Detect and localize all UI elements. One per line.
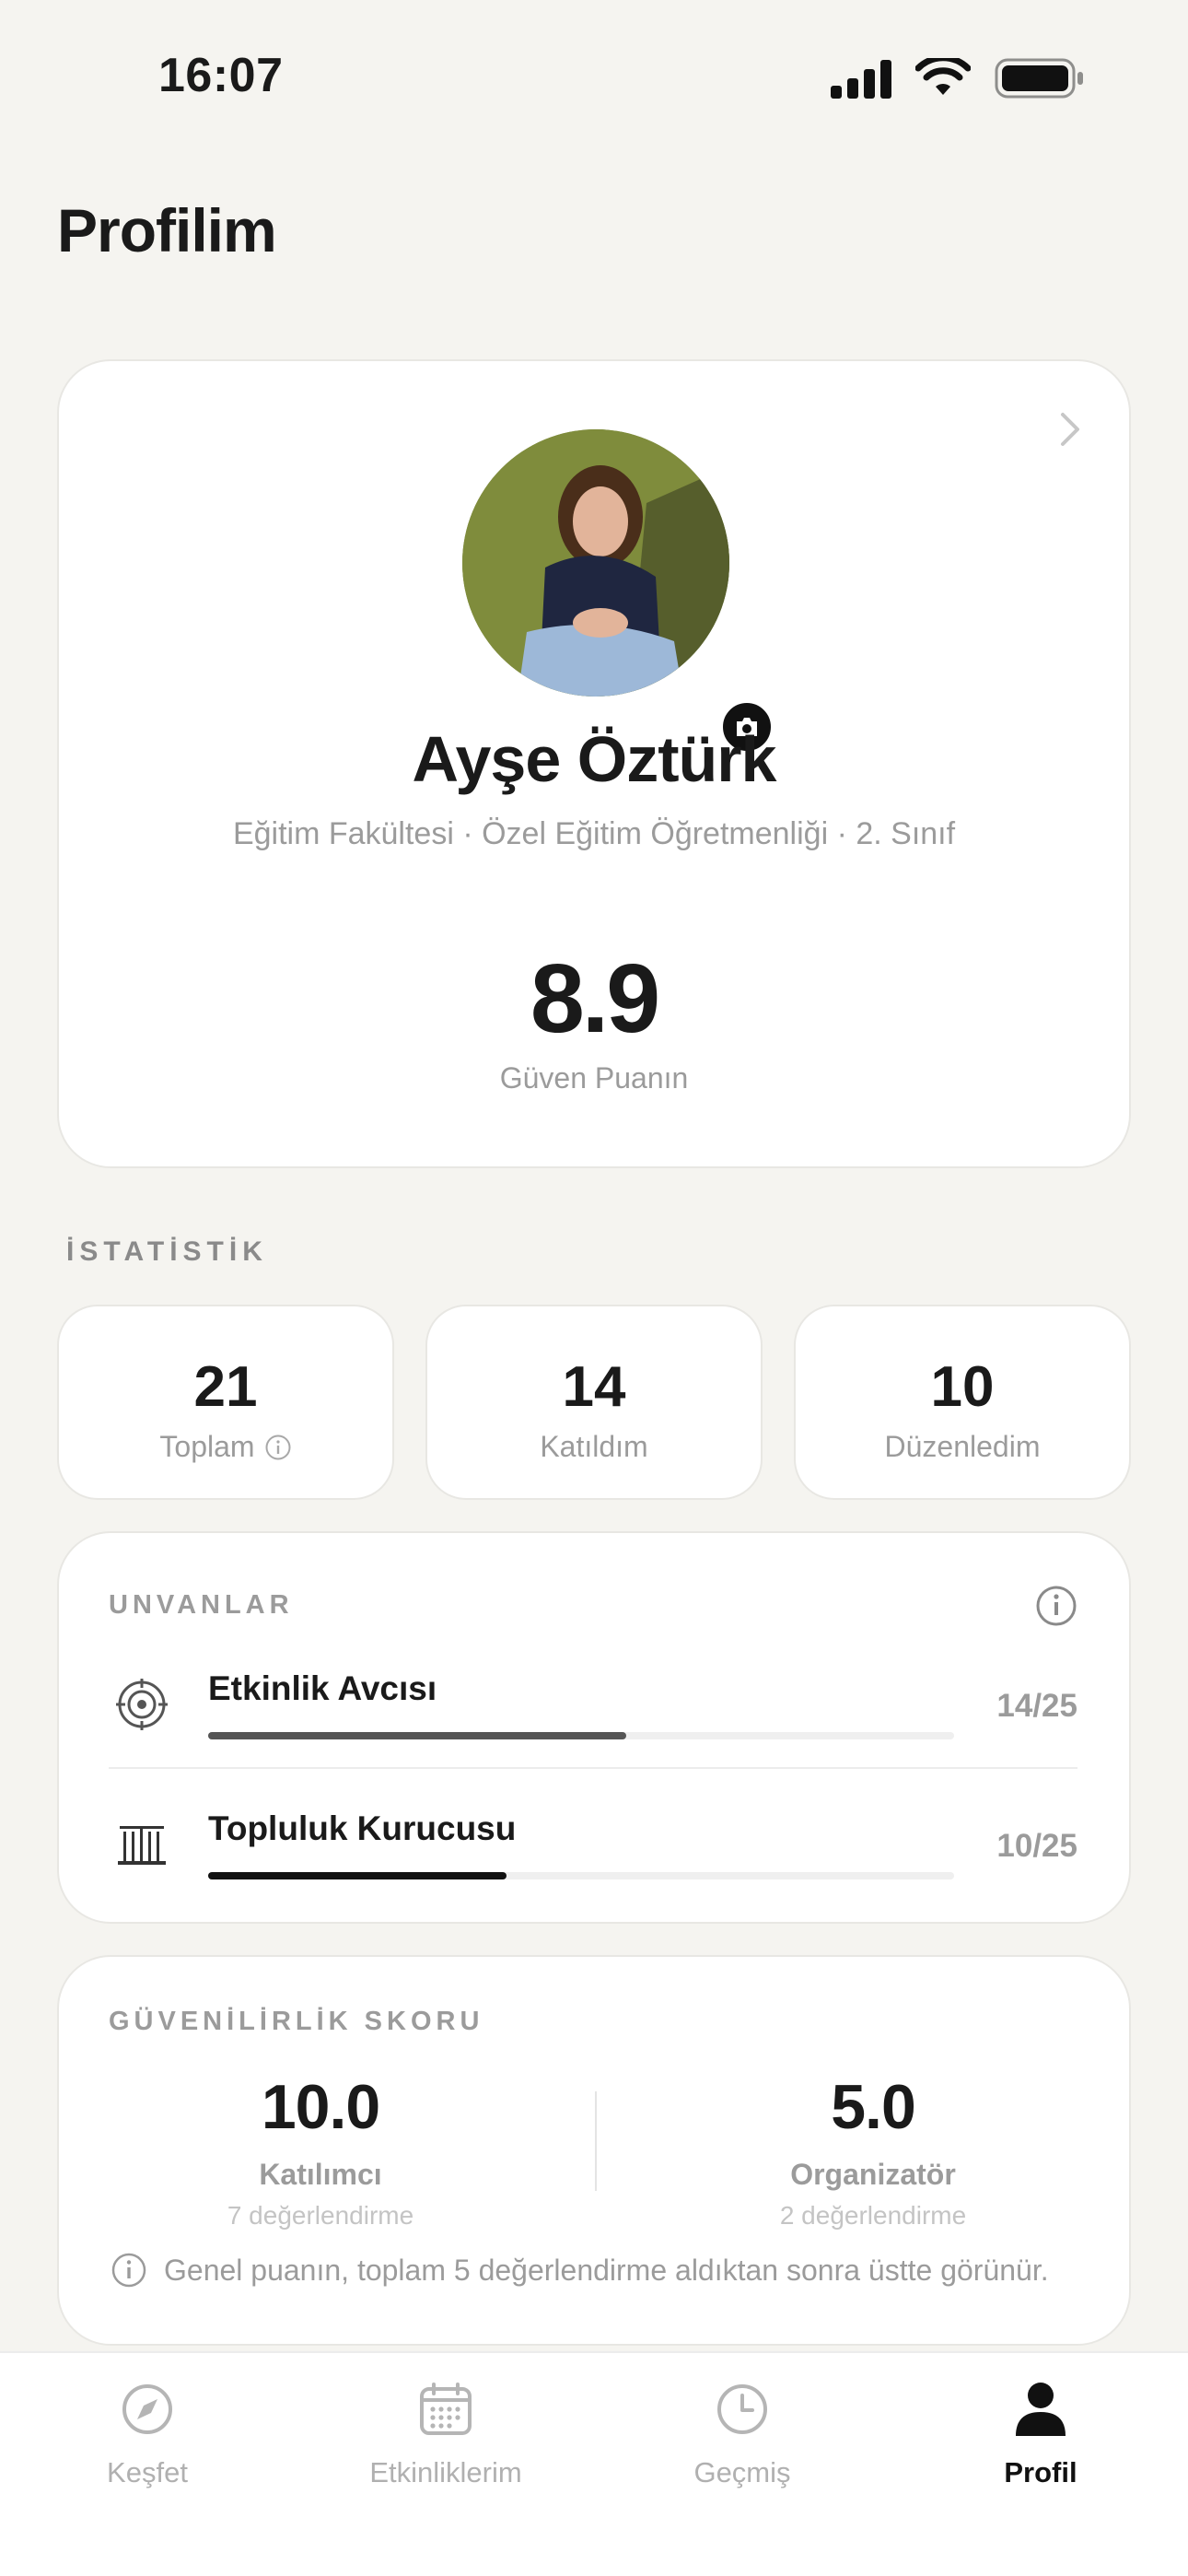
stat-value: 10 xyxy=(930,1355,995,1419)
profile-screen: 16:07 Profilim Ayşe Öztürk Eğitim Fakült… xyxy=(0,0,1188,2576)
status-icons xyxy=(831,57,1085,100)
title-count: 14/25 xyxy=(996,1688,1077,1724)
stat-label: Katıldım xyxy=(540,1430,648,1463)
tab-label: Etkinliklerim xyxy=(369,2456,522,2488)
stat-card-total[interactable]: 21 Toplam xyxy=(57,1305,394,1500)
stat-label: Toplam xyxy=(159,1430,255,1463)
stat-card-joined[interactable]: 14 Katıldım xyxy=(425,1305,763,1500)
participant-score-value: 10.0 xyxy=(261,2072,380,2142)
stat-value: 14 xyxy=(562,1355,626,1419)
avatar-container xyxy=(462,429,775,755)
info-icon xyxy=(111,2253,146,2288)
trust-score-label: Güven Puanın xyxy=(499,1061,689,1095)
info-icon[interactable] xyxy=(264,1434,292,1461)
reliability-note: Genel puanın, toplam 5 değerlendirme ald… xyxy=(111,2252,1049,2289)
compass-icon xyxy=(122,2384,172,2434)
avatar[interactable] xyxy=(462,429,729,697)
titles-section-label: UNVANLAR xyxy=(109,1590,294,1620)
reliability-section-label: GÜVENİLİRLİK SKORU xyxy=(109,2007,484,2036)
title-name: Topluluk Kurucusu xyxy=(208,1809,517,1847)
tab-label: Profil xyxy=(1004,2456,1077,2488)
stat-label: Düzenledim xyxy=(884,1430,1041,1463)
title-row-event-hunter[interactable]: Etkinlik Avcısı 14/25 xyxy=(59,1669,1129,1762)
title-name: Etkinlik Avcısı xyxy=(208,1669,437,1707)
title-row-community-founder[interactable]: Topluluk Kurucusu 10/25 xyxy=(59,1809,1129,1902)
tab-label: Keşfet xyxy=(107,2456,188,2488)
building-columns-icon xyxy=(118,1826,166,1865)
wifi-icon xyxy=(915,58,971,95)
trust-score-value: 8.9 xyxy=(530,944,660,1053)
tab-label: Geçmiş xyxy=(693,2456,791,2488)
organizer-review-count: 2 değerlendirme xyxy=(779,2201,967,2230)
participant-review-count: 7 değerlendirme xyxy=(227,2201,414,2230)
page-title: Profilim xyxy=(57,196,277,264)
status-time: 16:07 xyxy=(158,49,284,102)
title-count: 10/25 xyxy=(996,1828,1077,1864)
tab-history[interactable]: Geçmiş xyxy=(604,2375,880,2489)
progress-bar xyxy=(208,1872,954,1879)
tab-bar: Keşfet Etkinliklerim Geçmiş Profil xyxy=(0,2351,1188,2576)
calendar-icon xyxy=(420,2383,472,2435)
stat-label-row: Toplam xyxy=(59,1430,392,1464)
progress-fill xyxy=(208,1872,507,1879)
organizer-score: 5.0 Organizatör 2 değerlendirme xyxy=(643,2071,1103,2231)
participant-score-label: Katılımcı xyxy=(259,2158,382,2191)
profile-name: Ayşe Öztürk xyxy=(412,723,777,795)
progress-bar xyxy=(208,1732,954,1739)
chevron-right-icon[interactable] xyxy=(1057,409,1083,450)
tab-profile[interactable]: Profil xyxy=(903,2375,1179,2489)
reliability-card: GÜVENİLİRLİK SKORU 10.0 Katılımcı 7 değe… xyxy=(57,1955,1131,2346)
organizer-score-label: Organizatör xyxy=(790,2158,956,2191)
progress-fill xyxy=(208,1732,626,1739)
reliability-note-text: Genel puanın, toplam 5 değerlendirme ald… xyxy=(164,2253,1049,2287)
tab-explore[interactable]: Keşfet xyxy=(9,2375,285,2489)
participant-score: 10.0 Katılımcı 7 değerlendirme xyxy=(90,2071,551,2231)
divider xyxy=(595,2091,597,2191)
person-icon xyxy=(1016,2383,1066,2436)
stat-value: 21 xyxy=(193,1355,258,1419)
stats-section-label: İSTATİSTİK xyxy=(66,1236,268,1267)
battery-icon xyxy=(995,58,1083,99)
organizer-score-value: 5.0 xyxy=(831,2072,916,2142)
profile-card[interactable]: Ayşe Öztürk Eğitim Fakültesi · Özel Eğit… xyxy=(57,359,1131,1168)
info-icon[interactable] xyxy=(1035,1585,1077,1627)
profile-subtitle: Eğitim Fakültesi · Özel Eğitim Öğretmenl… xyxy=(232,816,956,851)
avatar-photo xyxy=(462,429,729,697)
stat-card-organized[interactable]: 10 Düzenledim xyxy=(794,1305,1131,1500)
titles-card: UNVANLAR Etkinlik Avcısı 14/25 Topluluk … xyxy=(57,1531,1131,1924)
tab-my-events[interactable]: Etkinliklerim xyxy=(308,2375,584,2489)
cellular-signal-icon xyxy=(831,58,891,99)
target-icon xyxy=(116,1679,168,1730)
clock-icon xyxy=(717,2384,767,2434)
divider xyxy=(109,1767,1077,1769)
